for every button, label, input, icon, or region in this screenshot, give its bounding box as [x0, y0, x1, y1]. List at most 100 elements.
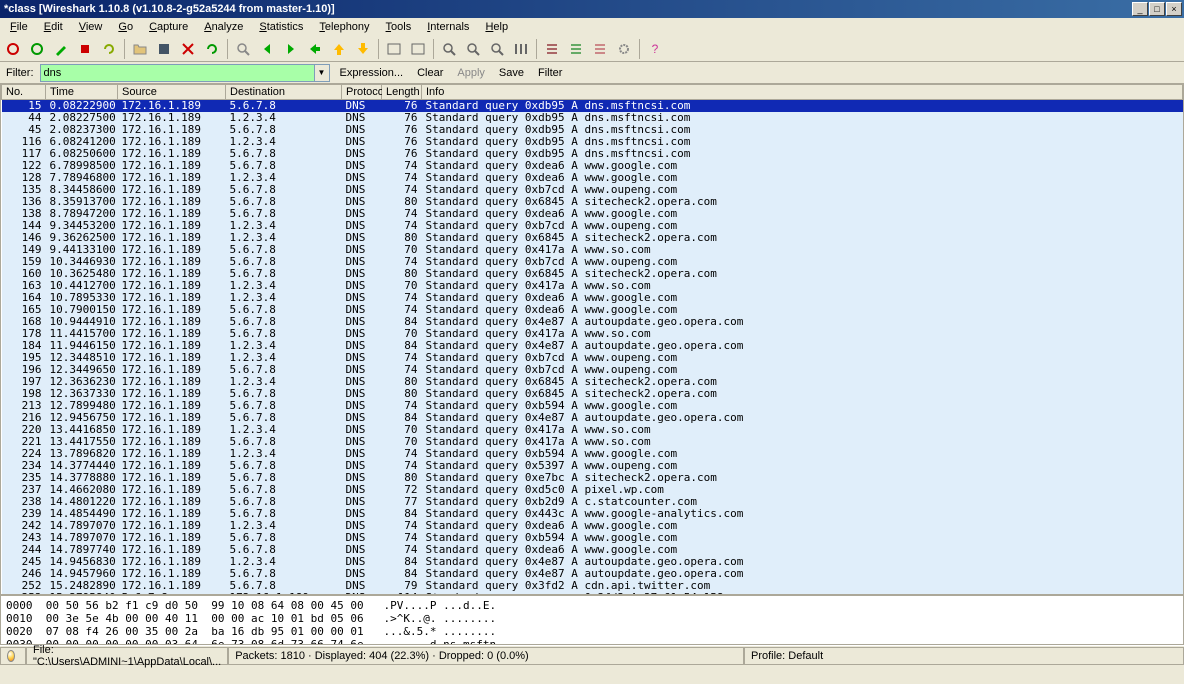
- column-header[interactable]: Source: [118, 85, 226, 100]
- help-icon[interactable]: ?: [644, 38, 666, 60]
- close-icon2[interactable]: [177, 38, 199, 60]
- menu-analyze[interactable]: Analyze: [196, 20, 251, 34]
- minimize-button[interactable]: _: [1132, 2, 1148, 16]
- packet-row[interactable]: 442.08227500172.16.1.1891.2.3.4DNS76Stan…: [2, 112, 1183, 124]
- packet-row[interactable]: 16010.3625480172.16.1.1895.6.7.8DNS80Sta…: [2, 268, 1183, 280]
- packet-row[interactable]: 23914.4854490172.16.1.1895.6.7.8DNS84Sta…: [2, 508, 1183, 520]
- filter-save-button[interactable]: Save: [495, 67, 528, 79]
- packet-row[interactable]: 22413.7896820172.16.1.1891.2.3.4DNS74Sta…: [2, 448, 1183, 460]
- interfaces-icon[interactable]: [26, 38, 48, 60]
- packet-row[interactable]: 23414.3774440172.16.1.1895.6.7.8DNS74Sta…: [2, 460, 1183, 472]
- packet-row[interactable]: 1449.34453200172.16.1.1891.2.3.4DNS74Sta…: [2, 220, 1183, 232]
- packet-row[interactable]: 21612.9456750172.16.1.1895.6.7.8DNS84Sta…: [2, 412, 1183, 424]
- filter-filter-button[interactable]: Filter: [534, 67, 566, 79]
- column-header[interactable]: Length: [382, 85, 422, 100]
- zoom-out-icon[interactable]: [462, 38, 484, 60]
- packet-row[interactable]: 1368.35913700172.16.1.1895.6.7.8DNS80Sta…: [2, 196, 1183, 208]
- back-icon[interactable]: [256, 38, 278, 60]
- packet-row[interactable]: 23514.3778880172.16.1.1895.6.7.8DNS80Sta…: [2, 472, 1183, 484]
- filter-apply-button[interactable]: Apply: [453, 67, 489, 79]
- restart-icon[interactable]: [98, 38, 120, 60]
- menu-edit[interactable]: Edit: [36, 20, 71, 34]
- packet-row[interactable]: 1358.34458600172.16.1.1895.6.7.8DNS74Sta…: [2, 184, 1183, 196]
- menu-telephony[interactable]: Telephony: [311, 20, 377, 34]
- packet-row[interactable]: 19512.3448510172.16.1.1891.2.3.4DNS74Sta…: [2, 352, 1183, 364]
- packet-row[interactable]: 25315.27958405.6.7.8172.16.1.189DNS114St…: [2, 592, 1183, 595]
- record-icon[interactable]: [2, 38, 24, 60]
- menu-capture[interactable]: Capture: [141, 20, 196, 34]
- filter-input[interactable]: [40, 64, 330, 82]
- resize-cols-icon[interactable]: [510, 38, 532, 60]
- status-profile[interactable]: Profile: Default: [744, 647, 1184, 665]
- packet-row[interactable]: 19812.3637330172.16.1.1895.6.7.8DNS80Sta…: [2, 388, 1183, 400]
- column-header[interactable]: Time: [46, 85, 118, 100]
- close-button[interactable]: ×: [1166, 2, 1182, 16]
- packet-row[interactable]: 16310.4412700172.16.1.1891.2.3.4DNS70Sta…: [2, 280, 1183, 292]
- packet-row[interactable]: 1469.36262500172.16.1.1891.2.3.4DNS80Sta…: [2, 232, 1183, 244]
- packet-row[interactable]: 22013.4416850172.16.1.1891.2.3.4DNS70Sta…: [2, 424, 1183, 436]
- column-header[interactable]: No.: [2, 85, 46, 100]
- column-header[interactable]: Destination: [226, 85, 342, 100]
- column-header[interactable]: Protocol: [342, 85, 382, 100]
- hex-dump-pane[interactable]: 0000 00 50 56 b2 f1 c9 d0 50 99 10 08 64…: [0, 595, 1184, 645]
- packet-row[interactable]: 1226.78998500172.16.1.1895.6.7.8DNS74Sta…: [2, 160, 1183, 172]
- packet-row[interactable]: 24314.7897070172.16.1.1895.6.7.8DNS74Sta…: [2, 532, 1183, 544]
- packet-row[interactable]: 16810.9444910172.16.1.1895.6.7.8DNS84Sta…: [2, 316, 1183, 328]
- packet-row[interactable]: 452.08237300172.16.1.1895.6.7.8DNS76Stan…: [2, 124, 1183, 136]
- expert-info-button[interactable]: [0, 647, 26, 665]
- packet-row[interactable]: 23714.4662080172.16.1.1895.6.7.8DNS72Sta…: [2, 484, 1183, 496]
- display-filters-icon[interactable]: [565, 38, 587, 60]
- packet-row[interactable]: 16410.7895330172.16.1.1891.2.3.4DNS74Sta…: [2, 292, 1183, 304]
- packet-row[interactable]: 24614.9457960172.16.1.1895.6.7.8DNS84Sta…: [2, 568, 1183, 580]
- packet-list-pane[interactable]: No.TimeSourceDestinationProtocolLengthIn…: [0, 84, 1184, 595]
- zoom-in-icon[interactable]: [438, 38, 460, 60]
- menu-tools[interactable]: Tools: [378, 20, 420, 34]
- save-icon[interactable]: [153, 38, 175, 60]
- packet-row[interactable]: 16510.7900150172.16.1.1895.6.7.8DNS74Sta…: [2, 304, 1183, 316]
- maximize-button[interactable]: □: [1149, 2, 1165, 16]
- packet-row[interactable]: 22113.4417550172.16.1.1895.6.7.8DNS70Sta…: [2, 436, 1183, 448]
- packet-row[interactable]: 1287.78946800172.16.1.1891.2.3.4DNS74Sta…: [2, 172, 1183, 184]
- packet-row[interactable]: 23814.4801220172.16.1.1895.6.7.8DNS77Sta…: [2, 496, 1183, 508]
- find-icon[interactable]: [232, 38, 254, 60]
- packet-header-row[interactable]: No.TimeSourceDestinationProtocolLengthIn…: [2, 85, 1183, 100]
- packet-row[interactable]: 24414.7897740172.16.1.1895.6.7.8DNS74Sta…: [2, 544, 1183, 556]
- packet-row[interactable]: 1176.08250600172.16.1.1895.6.7.8DNS76Sta…: [2, 148, 1183, 160]
- packet-row[interactable]: 1388.78947200172.16.1.1895.6.7.8DNS74Sta…: [2, 208, 1183, 220]
- packet-row[interactable]: 25215.2482890172.16.1.1895.6.7.8DNS79Sta…: [2, 580, 1183, 592]
- fwd-icon[interactable]: [280, 38, 302, 60]
- filter-dropdown-icon[interactable]: ▼: [314, 65, 329, 81]
- packet-row[interactable]: 21312.7899480172.16.1.1895.6.7.8DNS74Sta…: [2, 400, 1183, 412]
- start-icon[interactable]: [50, 38, 72, 60]
- packet-row[interactable]: 1499.44133100172.16.1.1895.6.7.8DNS70Sta…: [2, 244, 1183, 256]
- prefs-icon[interactable]: [613, 38, 635, 60]
- first-icon[interactable]: [328, 38, 350, 60]
- menu-internals[interactable]: Internals: [419, 20, 477, 34]
- zoom-100-icon[interactable]: [486, 38, 508, 60]
- packet-row[interactable]: 15910.3446930172.16.1.1895.6.7.8DNS74Sta…: [2, 256, 1183, 268]
- menu-view[interactable]: View: [71, 20, 111, 34]
- goto-icon[interactable]: [304, 38, 326, 60]
- open-icon[interactable]: [129, 38, 151, 60]
- packet-row[interactable]: 1166.08241200172.16.1.1891.2.3.4DNS76Sta…: [2, 136, 1183, 148]
- packet-row[interactable]: 19612.3449650172.16.1.1895.6.7.8DNS74Sta…: [2, 364, 1183, 376]
- filter-clear-button[interactable]: Clear: [413, 67, 447, 79]
- capture-filters-icon[interactable]: [541, 38, 563, 60]
- packet-row[interactable]: 19712.3636230172.16.1.1891.2.3.4DNS80Sta…: [2, 376, 1183, 388]
- menu-statistics[interactable]: Statistics: [251, 20, 311, 34]
- auto-scroll-icon[interactable]: [407, 38, 429, 60]
- coloring-rules-icon[interactable]: [589, 38, 611, 60]
- packet-row[interactable]: 150.08222900172.16.1.1895.6.7.8DNS76Stan…: [2, 100, 1183, 113]
- stop-icon[interactable]: [74, 38, 96, 60]
- menu-go[interactable]: Go: [110, 20, 141, 34]
- packet-row[interactable]: 18411.9446150172.16.1.1891.2.3.4DNS84Sta…: [2, 340, 1183, 352]
- menu-file[interactable]: File: [2, 20, 36, 34]
- packet-row[interactable]: 24514.9456830172.16.1.1891.2.3.4DNS84Sta…: [2, 556, 1183, 568]
- column-header[interactable]: Info: [422, 85, 1183, 100]
- filter-expression-button[interactable]: Expression...: [336, 67, 408, 79]
- last-icon[interactable]: [352, 38, 374, 60]
- colorize-icon[interactable]: [383, 38, 405, 60]
- packet-row[interactable]: 24214.7897070172.16.1.1891.2.3.4DNS74Sta…: [2, 520, 1183, 532]
- packet-row[interactable]: 17811.4415700172.16.1.1895.6.7.8DNS70Sta…: [2, 328, 1183, 340]
- menu-help[interactable]: Help: [477, 20, 516, 34]
